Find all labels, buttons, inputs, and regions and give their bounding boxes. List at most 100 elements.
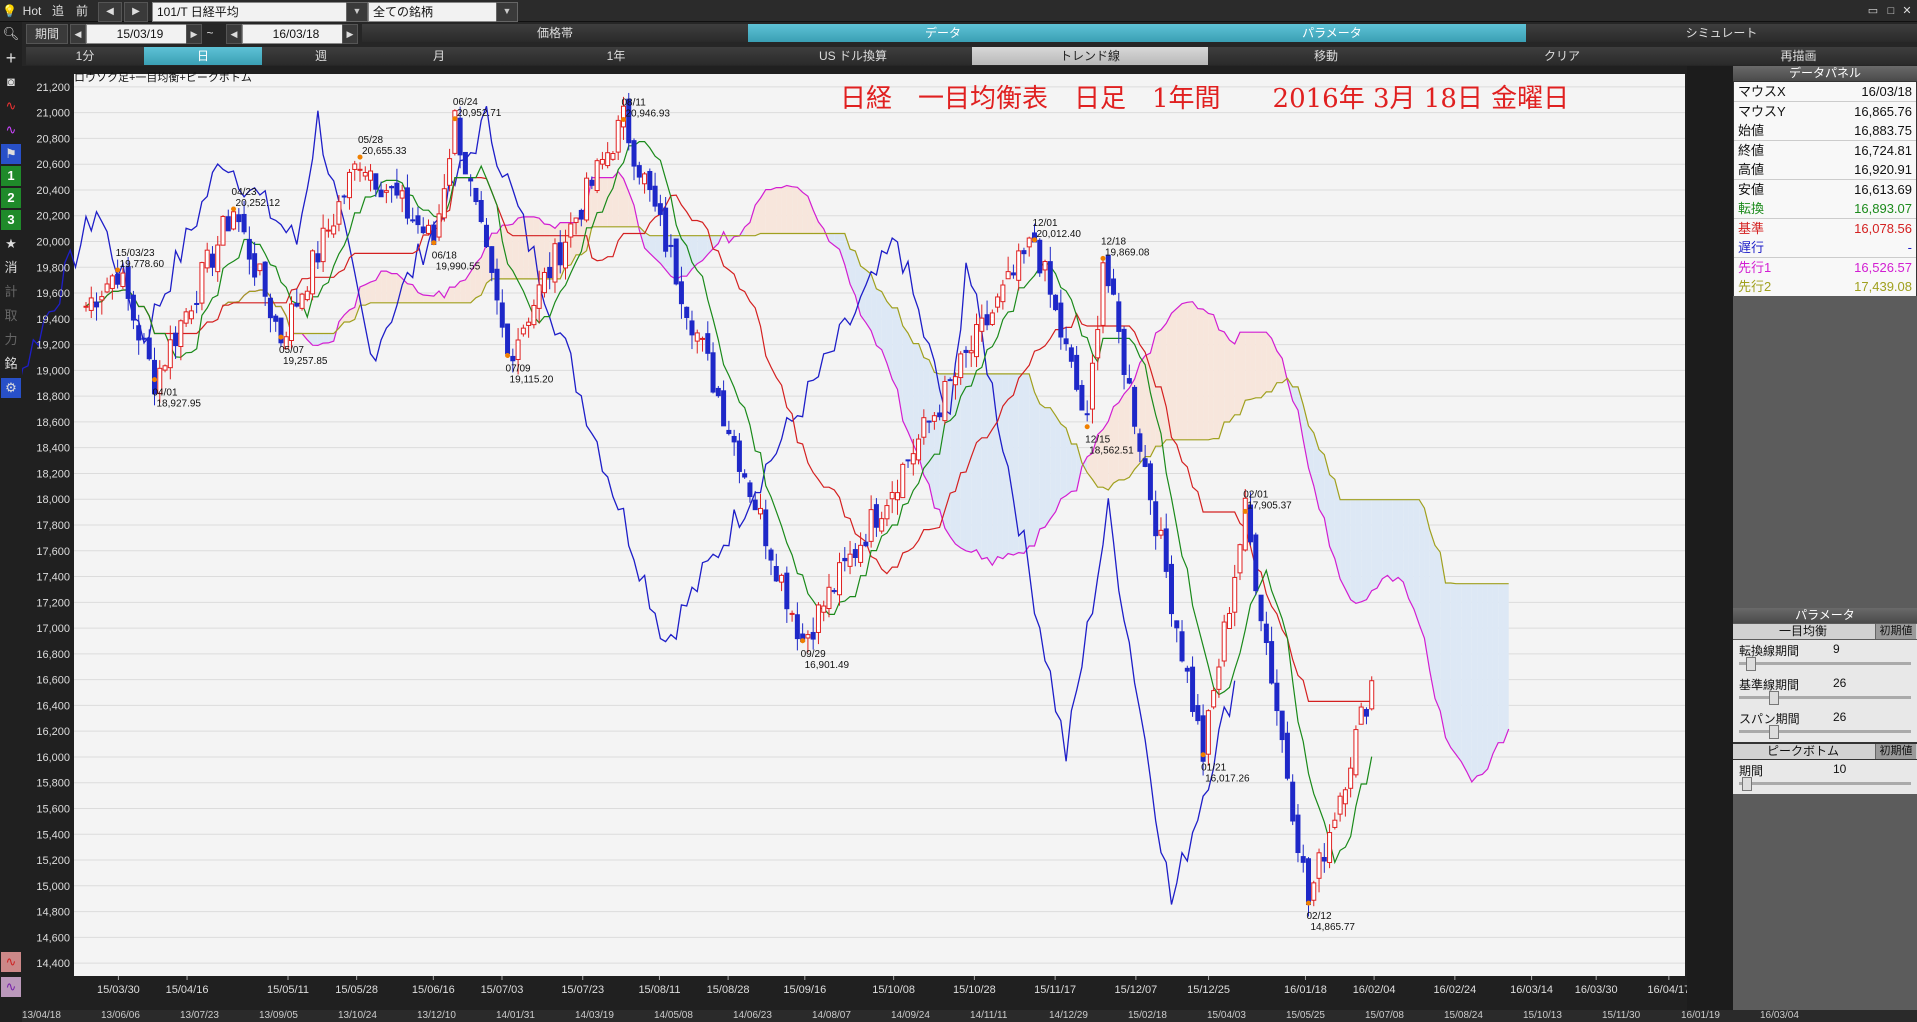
- candle-body: [1184, 667, 1190, 672]
- data-row: 先行1 16,526.57: [1734, 257, 1916, 278]
- candle-body: [963, 349, 969, 353]
- peak-date: 12/01: [1032, 218, 1057, 229]
- candle-body: [873, 504, 879, 528]
- overview-tick: 16/01/19: [1681, 1010, 1720, 1021]
- overview-timeline[interactable]: 13/04/18 13/06/06 13/07/23 13/09/05 13/10/24…: [22, 1010, 1917, 1022]
- chart-thumb-red-icon[interactable]: ∿: [1, 952, 21, 972]
- date-to-prev-icon[interactable]: ◀: [226, 24, 242, 44]
- candle-body: [1232, 577, 1238, 613]
- data-row: 先行2 17,439.08: [1734, 277, 1916, 297]
- gear-icon[interactable]: ⚙: [1, 378, 21, 398]
- tab-1year[interactable]: 1年: [498, 47, 735, 65]
- preset-1-button[interactable]: 1: [1, 166, 21, 186]
- tab-usd-conversion[interactable]: US ドル換算: [734, 47, 973, 65]
- forward-arrow-icon[interactable]: ▶: [124, 2, 148, 22]
- mae-button[interactable]: 前: [72, 2, 92, 20]
- candle-body: [1269, 641, 1275, 684]
- hot-button[interactable]: Hot: [20, 2, 44, 20]
- tab-1min[interactable]: 1分: [26, 47, 145, 65]
- candle-body: [447, 158, 453, 186]
- chart-area[interactable]: 15/03/23 19,778.60 04/01 18,927.95 04/23 20,2…: [22, 66, 1687, 1022]
- tab-clear[interactable]: クリア: [1444, 47, 1681, 65]
- symbol-dropdown-icon[interactable]: ▼: [346, 2, 368, 22]
- peak-value: 18,562.51: [1089, 446, 1134, 457]
- y-tick-label: 18,400: [36, 443, 70, 455]
- stock-button[interactable]: 銘: [1, 354, 21, 374]
- param-slider-thumb[interactable]: [1768, 725, 1779, 739]
- tab-monthly[interactable]: 月: [380, 47, 499, 65]
- universe-select[interactable]: 全ての銘柄: [368, 2, 500, 22]
- tab-daily[interactable]: 日: [144, 47, 263, 65]
- ichimoku-chart[interactable]: 15/03/2319,778.6004/0118,927.9504/2320,2…: [22, 66, 1687, 1010]
- symbol-input[interactable]: 101/T 日経平均: [152, 2, 350, 22]
- tab-data[interactable]: データ: [748, 24, 1139, 42]
- star-icon[interactable]: ★: [1, 234, 21, 254]
- param-value[interactable]: 26: [1833, 710, 1846, 724]
- line-chart-purple-icon[interactable]: ∿: [1, 120, 21, 140]
- param-slider-track[interactable]: [1739, 662, 1911, 665]
- peak-period-slider-thumb[interactable]: [1742, 777, 1753, 791]
- peak-period-value[interactable]: 10: [1833, 762, 1846, 776]
- overview-tick: 15/08/24: [1444, 1010, 1483, 1021]
- lightbulb-icon[interactable]: 💡: [2, 2, 17, 20]
- delete-button[interactable]: 消: [1, 258, 21, 278]
- date-from-prev-icon[interactable]: ◀: [70, 24, 86, 44]
- peak-value: 19,257.85: [283, 356, 328, 367]
- candle-body: [805, 634, 811, 639]
- param-slider-thumb[interactable]: [1768, 691, 1779, 705]
- line-chart-red-icon[interactable]: ∿: [1, 96, 21, 116]
- param-slider-track[interactable]: [1739, 696, 1911, 699]
- camera-icon[interactable]: ◙: [1, 72, 21, 92]
- param-value[interactable]: 9: [1833, 642, 1840, 656]
- tab-weekly[interactable]: 週: [262, 47, 381, 65]
- tab-price-band[interactable]: 価格帯: [362, 24, 749, 42]
- param-slider-thumb[interactable]: [1745, 657, 1756, 671]
- date-to-next-icon[interactable]: ▶: [342, 24, 358, 44]
- ato-button[interactable]: 追: [48, 2, 68, 20]
- data-row-label: 終値: [1738, 142, 1765, 158]
- date-to-input[interactable]: 16/03/18: [242, 24, 346, 44]
- calc-button[interactable]: 計: [1, 282, 21, 302]
- minimize-icon[interactable]: ▭: [1866, 2, 1880, 20]
- universe-dropdown-icon[interactable]: ▼: [496, 2, 518, 22]
- peak-period-slider-track[interactable]: [1739, 782, 1911, 785]
- power-button[interactable]: 力: [1, 330, 21, 350]
- back-arrow-icon[interactable]: ◀: [98, 2, 122, 22]
- flag-icon[interactable]: ⚑: [1, 144, 21, 164]
- candle-body: [995, 296, 1001, 308]
- candle-body: [1237, 544, 1243, 574]
- date-from-next-icon[interactable]: ▶: [186, 24, 202, 44]
- ichimoku-reset-button[interactable]: 初期値: [1875, 624, 1916, 639]
- tab-move[interactable]: 移動: [1208, 47, 1445, 65]
- y-tick-label: 16,600: [36, 675, 70, 687]
- tab-simulate[interactable]: シミュレート: [1526, 24, 1917, 42]
- x-tick-label: 16/03/14: [1510, 984, 1553, 996]
- preset-3-button[interactable]: 3: [1, 210, 21, 230]
- close-icon[interactable]: ✕: [1900, 2, 1914, 20]
- tab-parameters[interactable]: パラメータ: [1138, 24, 1527, 42]
- tab-redraw[interactable]: 再描画: [1680, 47, 1917, 65]
- take-button[interactable]: 取: [1, 306, 21, 326]
- param-row: スパン期間 26: [1733, 708, 1917, 742]
- search-icon[interactable]: 🔍︎: [1, 24, 21, 44]
- preset-2-button[interactable]: 2: [1, 188, 21, 208]
- kumo-segment: [1340, 499, 1346, 590]
- peak-reset-button[interactable]: 初期値: [1875, 744, 1916, 759]
- candle-body: [115, 274, 121, 285]
- crosshair-icon[interactable]: +: [1, 48, 21, 68]
- candle-body: [631, 140, 637, 167]
- kumo-segment: [997, 373, 1003, 559]
- candle-body: [742, 473, 748, 478]
- candle-body: [652, 185, 658, 207]
- candle-body: [420, 226, 426, 234]
- tab-trendline[interactable]: トレンド線: [972, 47, 1209, 65]
- peak-value: 18,927.95: [157, 399, 202, 410]
- kumo-segment: [1208, 313, 1214, 440]
- date-from-input[interactable]: 15/03/19: [86, 24, 190, 44]
- param-value[interactable]: 26: [1833, 676, 1846, 690]
- kumo-segment: [1398, 499, 1404, 583]
- maximize-icon[interactable]: □: [1884, 2, 1898, 20]
- y-tick-label: 17,800: [36, 520, 70, 532]
- param-slider-track[interactable]: [1739, 730, 1911, 733]
- chart-thumb-purple-icon[interactable]: ∿: [1, 977, 21, 997]
